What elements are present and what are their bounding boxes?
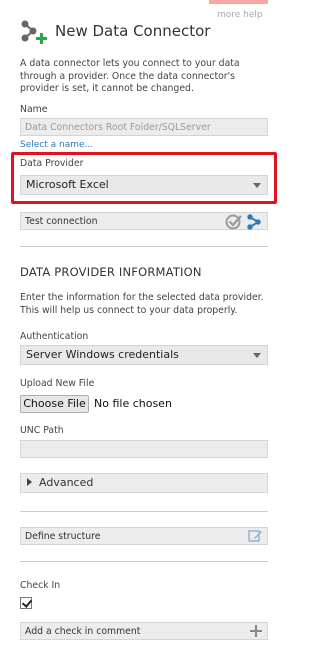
authentication-label: Authentication [20, 331, 89, 342]
divider [20, 561, 268, 562]
select-name-link[interactable]: Select a name... [20, 140, 93, 150]
intro-text: A data connector lets you connect to you… [20, 58, 240, 94]
test-connection-label: Test connection [25, 216, 98, 227]
advanced-label: Advanced [39, 476, 94, 489]
more-help-link[interactable]: more help [217, 10, 263, 20]
check-in-label: Check In [20, 580, 61, 591]
dialog-header: New Data Connector [19, 18, 210, 48]
unc-path-field[interactable] [20, 440, 268, 458]
chevron-down-icon [253, 183, 261, 188]
authentication-select[interactable]: Server Windows credentials [20, 345, 268, 365]
data-provider-value: Microsoft Excel [26, 178, 109, 191]
check-in-comment-label: Add a check in comment [25, 626, 141, 637]
check-circle-icon[interactable] [225, 213, 243, 233]
check-in-comment-bar[interactable]: Add a check in comment [20, 622, 268, 640]
define-structure-bar[interactable]: Define structure [20, 527, 268, 545]
edit-icon[interactable] [248, 529, 263, 546]
page-title: New Data Connector [55, 22, 211, 40]
authentication-value: Server Windows credentials [26, 348, 179, 361]
connector-icon[interactable] [246, 214, 264, 233]
file-status: No file chosen [94, 397, 172, 410]
provider-info-text: Enter the information for the selected d… [20, 292, 264, 316]
define-structure-label: Define structure [25, 531, 101, 542]
top-accent-bar [209, 0, 268, 4]
data-provider-label: Data Provider [20, 158, 84, 169]
chevron-right-icon [27, 478, 32, 486]
name-label: Name [20, 104, 48, 115]
choose-file-button[interactable]: Choose File [20, 395, 89, 413]
advanced-toggle[interactable]: Advanced [20, 473, 268, 493]
check-in-checkbox[interactable] [20, 597, 32, 609]
plus-icon[interactable] [250, 625, 262, 640]
name-field[interactable]: Data Connectors Root Folder/SQLServer [20, 118, 268, 136]
unc-path-label: UNC Path [20, 425, 64, 436]
data-provider-select[interactable]: Microsoft Excel [20, 175, 268, 195]
test-connection-bar[interactable]: Test connection [20, 212, 268, 230]
section-title: DATA PROVIDER INFORMATION [20, 265, 202, 279]
data-connector-add-icon [19, 18, 49, 48]
divider [20, 246, 268, 247]
divider [20, 511, 268, 512]
chevron-down-icon [253, 353, 261, 358]
upload-label: Upload New File [20, 378, 95, 389]
